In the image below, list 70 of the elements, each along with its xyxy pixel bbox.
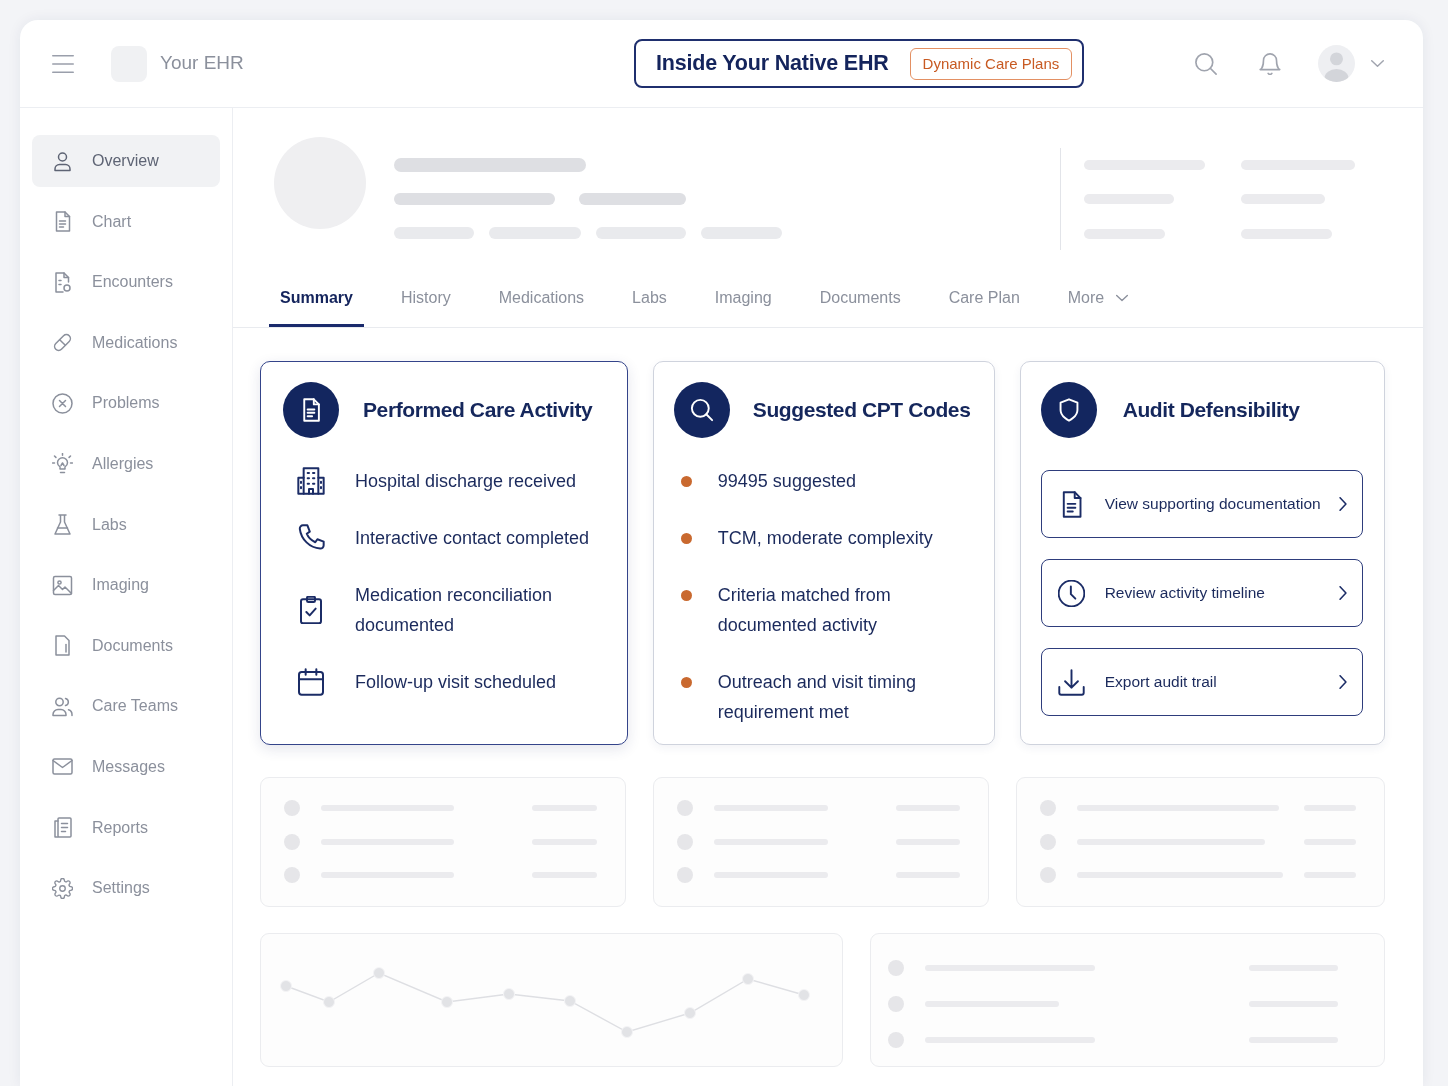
chevron-down-icon[interactable] [1371, 57, 1384, 70]
sidebar-item[interactable]: Chart [32, 195, 220, 248]
document-icon [283, 382, 339, 438]
tab[interactable]: Imaging [703, 271, 783, 327]
link-button[interactable]: View supporting documentation [1040, 470, 1363, 538]
tab[interactable]: Summary [269, 271, 364, 327]
tab[interactable]: More [1056, 271, 1140, 327]
document-circle-icon [52, 271, 73, 293]
tab[interactable]: Documents [808, 271, 912, 327]
code-text: TCM, moderate complexity [717, 527, 933, 550]
sidebar-item[interactable]: Medications [32, 316, 220, 369]
activity-text: Medication reconciliation documented [355, 584, 554, 637]
tab[interactable]: Medications [487, 271, 596, 327]
document-icon [52, 635, 73, 657]
bullet-icon [680, 677, 692, 688]
building-icon [297, 467, 325, 495]
sidebar-item[interactable]: Allergies [32, 437, 220, 490]
banner-title: Inside Your Native EHR [656, 50, 889, 78]
sidebar-item[interactable]: Problems [32, 377, 220, 430]
activity-text: Interactive contact completed [355, 527, 590, 550]
chevron-right-icon [1336, 497, 1350, 511]
brand-name: Your EHR [160, 51, 244, 76]
envelope-icon [52, 756, 73, 778]
image-icon [52, 574, 73, 596]
clipboard-check-icon [297, 596, 325, 624]
pill-icon [52, 332, 73, 354]
card-title: Performed Care Activity [363, 397, 593, 424]
users-icon [52, 695, 73, 717]
lightbulb-icon [52, 453, 73, 475]
tab[interactable]: History [389, 271, 462, 327]
sidebar-item[interactable]: Messages [32, 740, 220, 793]
link-button[interactable]: Export audit trail [1040, 648, 1363, 716]
user-icon [52, 150, 73, 172]
bell-icon[interactable] [1259, 52, 1281, 75]
calendar-icon [297, 668, 325, 696]
clock-icon [1057, 579, 1085, 607]
settings-icon [52, 877, 73, 899]
menu-icon[interactable] [52, 54, 74, 73]
tab[interactable]: Care Plan [937, 271, 1031, 327]
sidebar-item[interactable]: Care Teams [32, 680, 220, 733]
tab[interactable]: Labs [621, 271, 678, 327]
download-icon [1057, 668, 1085, 696]
sidebar-item[interactable]: Encounters [32, 256, 220, 309]
sidebar-item[interactable]: Labs [32, 498, 220, 551]
bullet-icon [680, 590, 692, 601]
card-title: Audit Defensibility [1122, 397, 1300, 424]
code-text: Criteria matched from documented activity [717, 584, 892, 637]
documents-icon [52, 817, 73, 839]
x-circle-icon [52, 392, 73, 414]
phone-icon [297, 524, 325, 552]
sidebar-item[interactable]: Documents [32, 619, 220, 672]
sidebar-item[interactable]: Imaging [32, 559, 220, 612]
sidebar-item[interactable]: Reports [32, 801, 220, 854]
feature-badge: Dynamic Care Plans [909, 47, 1073, 80]
code-text: 99495 suggested [717, 470, 856, 493]
search-icon [673, 382, 730, 438]
chevron-down-icon [1116, 292, 1129, 304]
bullet-icon [680, 533, 692, 544]
code-text: Outreach and visit timing requirement met [717, 671, 917, 724]
card-title: Suggested CPT Codes [752, 397, 971, 424]
search-icon[interactable] [1195, 52, 1217, 75]
flask-icon [52, 514, 73, 536]
activity-text: Follow-up visit scheduled [355, 671, 557, 694]
link-button[interactable]: Review activity timeline [1040, 559, 1363, 627]
shield-icon [1040, 382, 1097, 438]
activity-text: Hospital discharge received [355, 470, 577, 493]
avatar-icon[interactable] [1318, 45, 1355, 82]
sidebar-item[interactable]: Settings [32, 862, 220, 915]
sidebar-item[interactable]: Overview [32, 135, 220, 187]
bullet-icon [680, 476, 692, 487]
